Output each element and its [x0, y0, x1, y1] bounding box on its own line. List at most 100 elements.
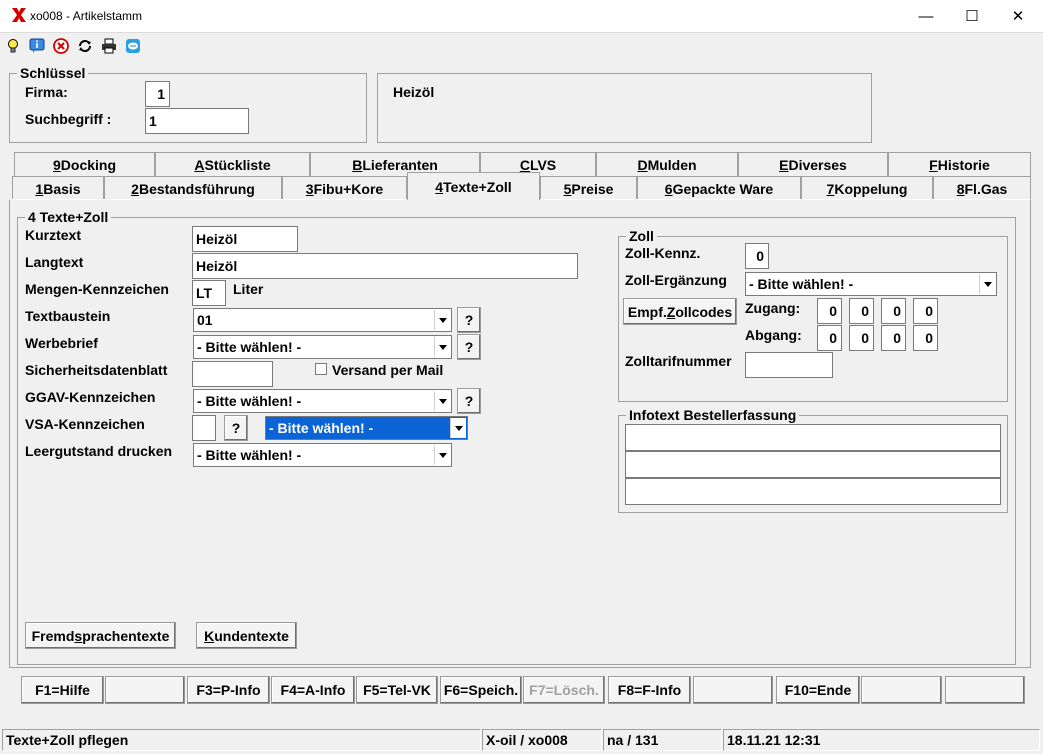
fremdsprachentexte-button[interactable]: Fremd s prachentexte: [25, 622, 176, 649]
chat-icon[interactable]: [125, 38, 141, 54]
app-logo-icon: [12, 8, 26, 22]
chevron-down-icon[interactable]: [979, 274, 995, 294]
vsa-input[interactable]: [192, 415, 216, 441]
infotext-legend: Infotext Bestellerfassung: [629, 407, 797, 423]
tab-mulden[interactable]: D Mulden: [596, 152, 738, 176]
suchbegriff-input[interactable]: 1: [145, 108, 249, 134]
vsa-select[interactable]: - Bitte wählen! -: [265, 416, 468, 440]
tab-koppelung[interactable]: 7 Koppelung: [801, 176, 933, 200]
werbebrief-select[interactable]: - Bitte wählen! -: [193, 335, 452, 359]
infotext-line-1[interactable]: [625, 424, 1001, 451]
cancel-icon[interactable]: [53, 38, 69, 54]
chevron-down-icon[interactable]: [450, 418, 466, 438]
article-name: Heizöl: [393, 84, 435, 100]
refresh-icon[interactable]: [77, 38, 93, 54]
ggav-help-button[interactable]: ?: [457, 388, 481, 414]
zugang-input-1[interactable]: 0: [817, 298, 842, 324]
tab-preise[interactable]: 5 Preise: [540, 176, 637, 200]
abgang-input-3[interactable]: 0: [881, 325, 906, 351]
vsa-label: VSA-Kennzeichen: [25, 416, 145, 432]
abgang-input-2[interactable]: 0: [849, 325, 874, 351]
chevron-down-icon[interactable]: [434, 391, 450, 411]
chevron-down-icon[interactable]: [434, 337, 450, 357]
tab-fibu-kore[interactable]: 3 Fibu+Kore: [282, 176, 407, 200]
sdb-input[interactable]: [192, 361, 273, 387]
zoll-kennz-input[interactable]: 0: [745, 243, 769, 269]
chevron-down-icon[interactable]: [434, 445, 450, 465]
tab-diverses[interactable]: E Diverses: [738, 152, 888, 176]
title-bar: [0, 0, 1043, 32]
zoll-ergaenzung-label: Zoll-Ergänzung: [625, 272, 727, 288]
infotext-line-3[interactable]: [625, 478, 1001, 505]
window-title: xo008 - Artikelstamm: [30, 9, 143, 23]
tab-fl-gas[interactable]: 8 Fl.Gas: [933, 176, 1031, 200]
f11-button[interactable]: [861, 676, 942, 704]
zugang-input-3[interactable]: 0: [881, 298, 906, 324]
werbebrief-help-button[interactable]: ?: [457, 334, 481, 360]
lightbulb-icon[interactable]: [5, 38, 21, 54]
f4-a-info-button[interactable]: F4=A-Info: [271, 676, 355, 704]
tab-texte-zoll[interactable]: 4 Texte+Zoll: [407, 172, 540, 200]
langtext-input[interactable]: Heizöl: [192, 253, 578, 279]
versand-checkbox[interactable]: [315, 363, 327, 375]
zugang-input-4[interactable]: 0: [913, 298, 938, 324]
zoll-legend: Zoll: [629, 228, 654, 244]
maximize-button[interactable]: ☐: [949, 0, 995, 32]
f12-button[interactable]: [945, 676, 1025, 704]
article-name-panel: [377, 73, 872, 143]
kurztext-input[interactable]: Heizöl: [192, 226, 298, 252]
zoll-kennz-label: Zoll-Kennz.: [625, 245, 701, 261]
textbaustein-label: Textbaustein: [25, 308, 111, 324]
abgang-input-1[interactable]: 0: [817, 325, 842, 351]
sdb-label: Sicherheitsdatenblatt: [25, 362, 168, 378]
kundentexte-button[interactable]: Kundentexte: [196, 622, 297, 649]
f9-button[interactable]: [693, 676, 773, 704]
abgang-input-4[interactable]: 0: [913, 325, 938, 351]
firma-label: Firma:: [25, 84, 68, 100]
print-icon[interactable]: [101, 38, 117, 54]
tab-stueckliste[interactable]: A Stückliste: [155, 152, 310, 176]
textbaustein-help-button[interactable]: ?: [457, 307, 481, 333]
versand-label: Versand per Mail: [332, 362, 444, 378]
f2-button[interactable]: [105, 676, 185, 704]
status-message: Texte+Zoll pflegen: [2, 729, 481, 751]
f1-help-button[interactable]: F1=Hilfe: [21, 676, 104, 704]
texte-zoll-legend: 4 Texte+Zoll: [28, 209, 109, 225]
kurztext-label: Kurztext: [25, 227, 82, 243]
mengen-input[interactable]: LT: [192, 280, 226, 306]
zolltarif-input[interactable]: [745, 352, 833, 378]
mengen-unit: Liter: [233, 281, 264, 297]
ggav-select[interactable]: - Bitte wählen! -: [193, 389, 452, 413]
f3-p-info-button[interactable]: F3=P-Info: [187, 676, 270, 704]
chevron-down-icon[interactable]: [434, 310, 450, 330]
status-system: X-oil / xo008: [482, 729, 602, 751]
suchbegriff-label: Suchbegriff :: [25, 111, 112, 127]
f6-save-button[interactable]: F6=Speich.: [440, 676, 522, 704]
zugang-input-2[interactable]: 0: [849, 298, 874, 324]
firma-input[interactable]: 1: [145, 81, 170, 107]
f7-delete-button[interactable]: F7=Lösch.: [523, 676, 605, 704]
tab-gepackte-ware[interactable]: 6 Gepackte Ware: [637, 176, 801, 200]
leergut-label: Leergutstand drucken: [25, 443, 173, 459]
leergut-select[interactable]: - Bitte wählen! -: [193, 443, 452, 467]
langtext-label: Langtext: [25, 254, 84, 270]
tab-historie[interactable]: F Historie: [888, 152, 1031, 176]
info-icon[interactable]: [29, 38, 45, 54]
zoll-ergaenzung-select[interactable]: - Bitte wählen! -: [745, 272, 997, 296]
vsa-help-button[interactable]: ?: [224, 415, 248, 441]
tab-bestandsfuehrung[interactable]: 2 Bestandsführung: [104, 176, 282, 200]
textbaustein-select[interactable]: 01: [193, 308, 452, 332]
f5-tel-vk-button[interactable]: F5=Tel-VK: [356, 676, 438, 704]
toolbar-divider: [0, 32, 1043, 33]
close-button[interactable]: ✕: [995, 0, 1041, 32]
zolltarif-label: Zolltarifnummer: [625, 353, 732, 369]
empf-zollcodes-button[interactable]: Empf. Zollcodes: [623, 298, 737, 325]
minimize-button[interactable]: —: [903, 0, 949, 32]
f8-f-info-button[interactable]: F8=F-Info: [608, 676, 691, 704]
ggav-label: GGAV-Kennzeichen: [25, 389, 156, 405]
tab-basis[interactable]: 1 Basis: [12, 176, 104, 200]
infotext-line-2[interactable]: [625, 451, 1001, 478]
f10-end-button[interactable]: F10=Ende: [776, 676, 860, 704]
werbebrief-label: Werbebrief: [25, 335, 98, 351]
tab-docking[interactable]: 9 Docking: [14, 152, 155, 176]
